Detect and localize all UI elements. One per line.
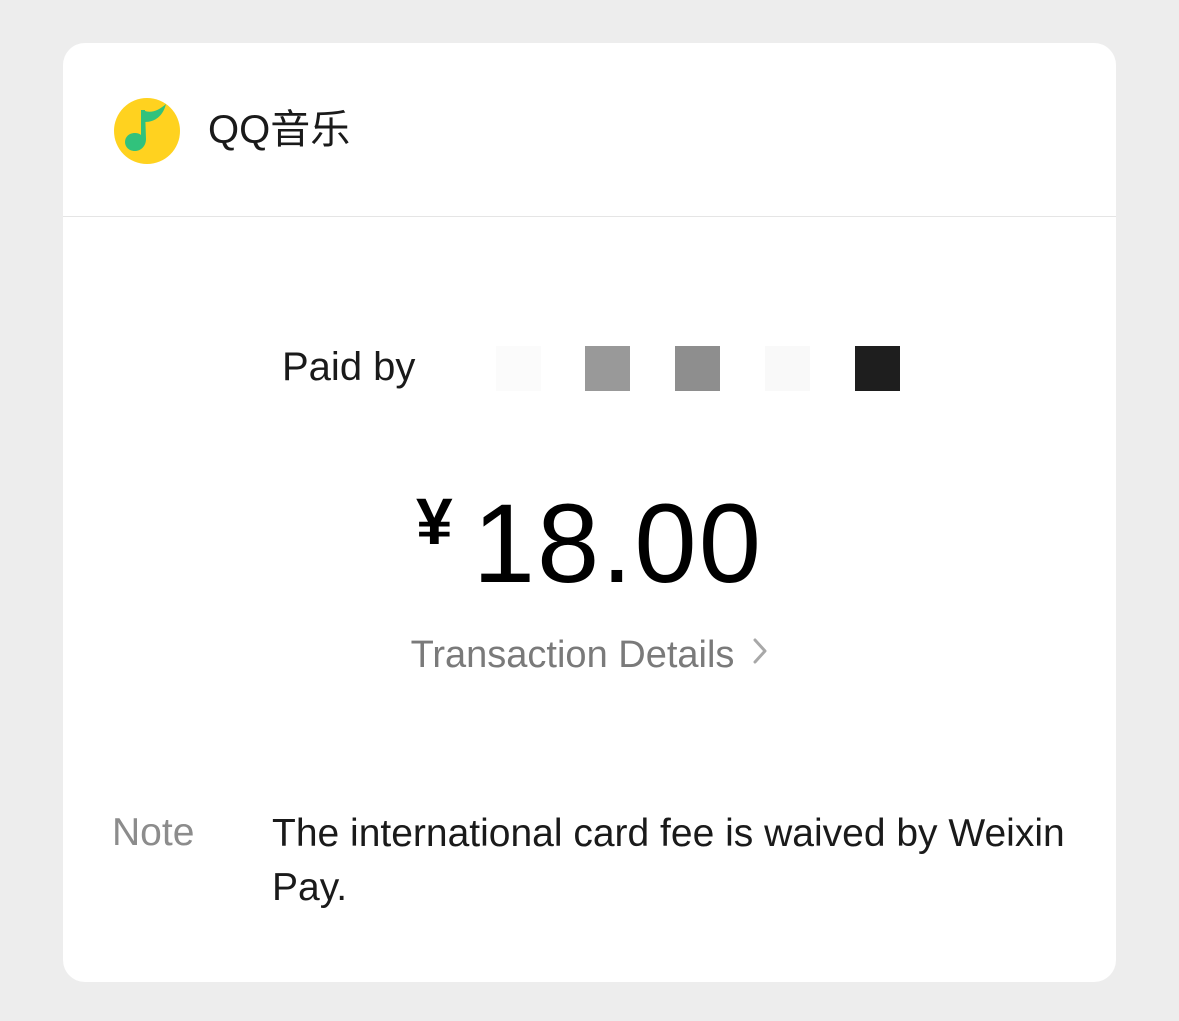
note-label: Note bbox=[112, 811, 195, 854]
payment-receipt-card: QQ音乐 Paid by ¥18.00 Transaction Details … bbox=[63, 43, 1116, 982]
qq-music-logo-icon bbox=[114, 98, 180, 164]
paid-by-redaction-fade bbox=[416, 345, 456, 389]
chevron-right-icon bbox=[753, 638, 767, 664]
amount-value: 18.00 bbox=[472, 481, 763, 606]
currency-symbol: ¥ bbox=[416, 484, 453, 558]
redacted-payer-block bbox=[765, 346, 810, 391]
redacted-payer-block bbox=[496, 346, 541, 391]
paid-by-label: Paid by bbox=[282, 345, 416, 389]
redacted-payer-block bbox=[855, 346, 900, 391]
redacted-payer-block bbox=[675, 346, 720, 391]
redacted-payer-block bbox=[585, 346, 630, 391]
transaction-details-link[interactable]: Transaction Details bbox=[63, 631, 1116, 679]
note-text: The international card fee is waived by … bbox=[272, 812, 1065, 909]
merchant-name: QQ音乐 bbox=[208, 108, 351, 152]
transaction-details-label: Transaction Details bbox=[410, 634, 735, 676]
payment-amount: ¥18.00 bbox=[63, 483, 1116, 600]
paid-by-row: Paid by bbox=[282, 341, 912, 393]
merchant-header: QQ音乐 bbox=[63, 43, 1116, 217]
